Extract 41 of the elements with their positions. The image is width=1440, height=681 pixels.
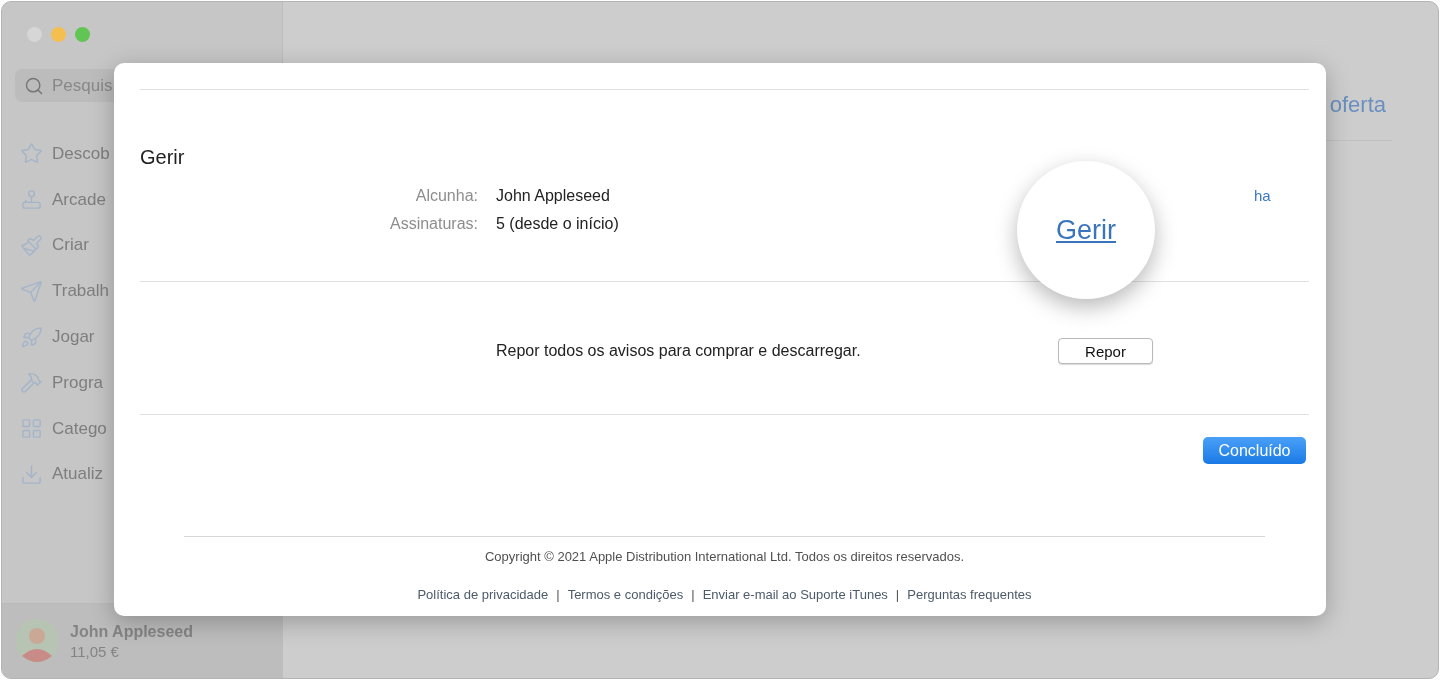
link[interactable]: ha: [1254, 187, 1271, 204]
account-balance: 11,05 €: [70, 642, 120, 660]
copyright-text: Copyright © 2021 Apple Distribution International Ltd. Todos os direitos reservados.: [484, 549, 965, 564]
star-icon: [20, 142, 43, 166]
reset-button[interactable]: Repor: [1058, 338, 1153, 364]
link-separator: |: [691, 587, 695, 602]
sidebar-item[interactable]: Jogar: [52, 327, 95, 348]
sidebar-item[interactable]: Criar: [52, 235, 89, 256]
footer-link[interactable]: Perguntas frequentes: [907, 587, 1032, 602]
grid-icon: [20, 417, 43, 441]
footer-link[interactable]: Termos e condições: [567, 587, 684, 602]
account-name: John Appleseed: [70, 622, 193, 641]
avatar-icon[interactable]: [14, 618, 60, 664]
reset-description: Repor todos os avisos para comprar e descarregar.: [496, 342, 862, 360]
field-value: 5 (desde o início): [496, 215, 619, 233]
sidebar-item[interactable]: Atualiz: [52, 464, 104, 485]
manage-link[interactable]: Gerir: [1056, 214, 1116, 246]
search-icon: [24, 75, 44, 96]
sidebar-item[interactable]: Arcade: [52, 189, 106, 210]
link-separator: |: [556, 587, 560, 602]
zoom-window-button[interactable]: [75, 27, 90, 42]
minimize-window-button[interactable]: [51, 27, 66, 42]
sidebar-item[interactable]: Descob: [52, 143, 110, 164]
sidebar-item[interactable]: Trabalh: [52, 281, 109, 302]
done-button[interactable]: Concluído: [1203, 437, 1306, 464]
sidebar-item[interactable]: Catego: [52, 418, 107, 439]
field-label: Assinaturas:: [388, 215, 478, 233]
sidebar-item[interactable]: Progra: [52, 372, 104, 393]
footer-link[interactable]: Política de privacidade: [417, 587, 549, 602]
field-label: Alcunha:: [414, 187, 478, 205]
footer-link[interactable]: Enviar e-mail ao Suporte iTunes: [702, 587, 888, 602]
joystick-icon: [20, 188, 43, 212]
section-title: Gerir: [140, 146, 186, 169]
field-value: John Appleseed: [496, 187, 611, 205]
download-icon: [20, 462, 43, 486]
section-heading: oferta: [1329, 92, 1386, 118]
paper-plane-icon: [20, 279, 43, 303]
brush-icon: [20, 234, 43, 257]
link-separator: |: [895, 587, 900, 602]
hammer-icon: [20, 371, 43, 395]
rocket-icon: [20, 325, 43, 349]
